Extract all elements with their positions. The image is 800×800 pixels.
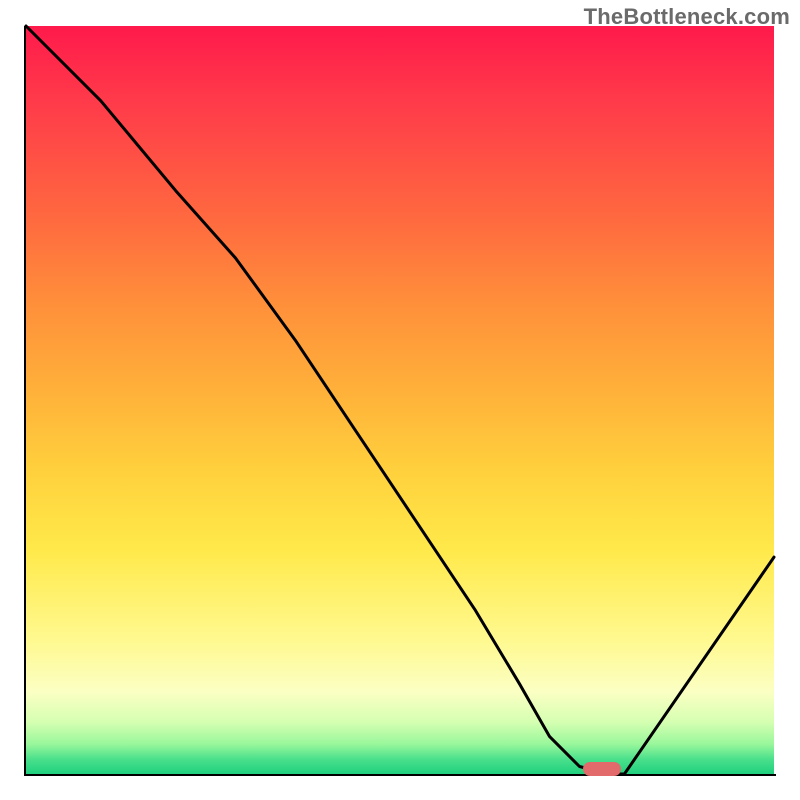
x-axis [24,774,776,776]
bottleneck-curve [26,26,774,774]
optimal-marker-icon [583,762,621,776]
chart-container: TheBottleneck.com [0,0,800,800]
